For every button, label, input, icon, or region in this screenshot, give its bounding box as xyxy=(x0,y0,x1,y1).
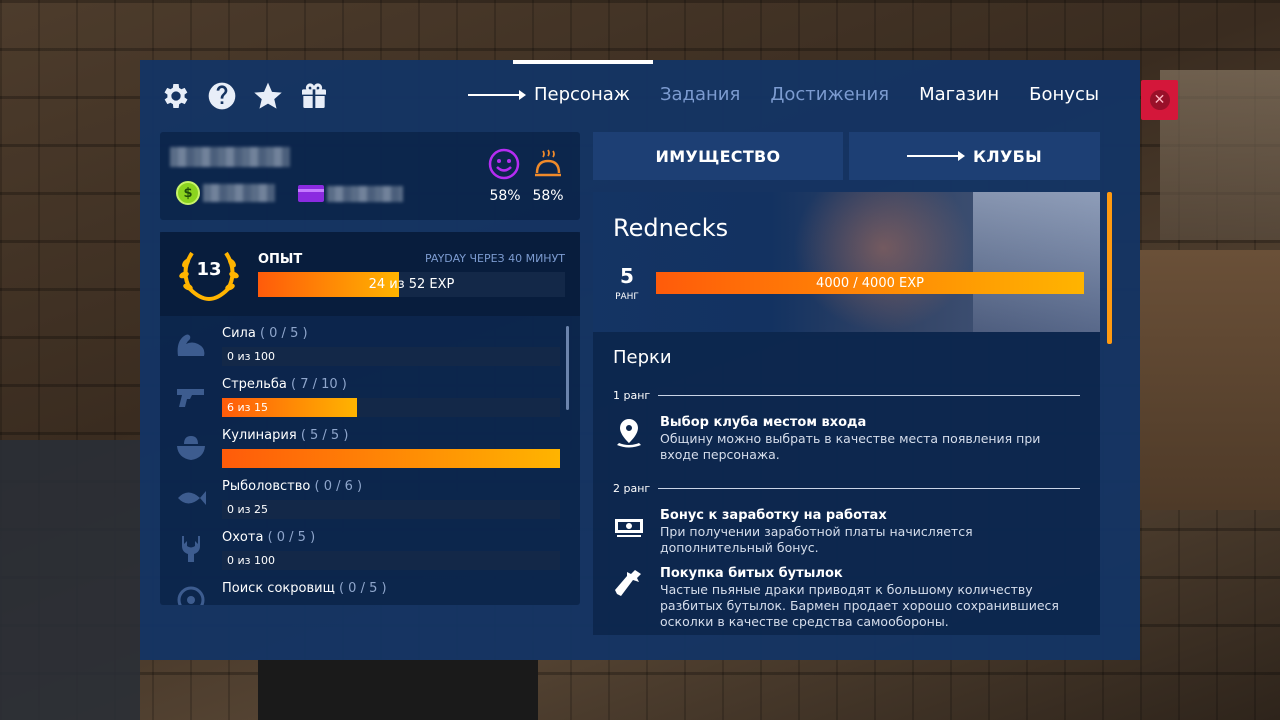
location-pin-icon xyxy=(613,417,645,449)
club-banner-image xyxy=(593,192,1100,332)
cash-amount-redacted xyxy=(203,184,275,202)
rank-label: 1 ранг xyxy=(613,389,651,402)
skill-progress-text: 0 из 100 xyxy=(227,350,275,363)
skill-cooking: Кулинария ( 5 / 5 ) xyxy=(160,420,564,471)
skill-label: Поиск сокровищ ( 0 / 5 ) xyxy=(222,581,387,596)
skill-fishing: Рыболовство ( 0 / 6 ) 0 из 25 xyxy=(160,471,564,522)
perk-item: Выбор клуба местом входа Общину можно вы… xyxy=(613,415,1083,463)
skill-shooting: Стрельба ( 7 / 10 ) 6 из 15 xyxy=(160,369,564,420)
tab-clubs-label: КЛУБЫ xyxy=(973,146,1042,166)
skill-progress-fill xyxy=(222,449,560,468)
cash-icon: $ xyxy=(176,181,200,205)
treasure-icon xyxy=(174,583,208,605)
gear-icon[interactable] xyxy=(160,78,192,114)
antlers-icon xyxy=(174,532,208,566)
skill-progress-text: 0 из 25 xyxy=(227,503,268,516)
skill-progress-bar xyxy=(222,449,560,468)
main-tabs: Персонаж Задания Достижения Магазин Бону… xyxy=(468,84,1129,105)
perks-title: Перки xyxy=(613,347,672,368)
experience-progress-text: 24 из 52 EXP xyxy=(368,277,455,292)
skill-progress-text: 6 из 15 xyxy=(227,401,268,414)
club-rank: 5 xyxy=(620,264,634,288)
skill-label: Охота ( 0 / 5 ) xyxy=(222,530,316,545)
tab-quests[interactable]: Задания xyxy=(660,84,740,105)
club-progress-text: 4000 / 4000 EXP xyxy=(816,275,924,291)
header-icon-bar xyxy=(160,78,330,114)
skill-progress-text: 0 из 100 xyxy=(227,554,275,567)
club-rank-label: РАНГ xyxy=(615,292,639,302)
rank-divider: 2 ранг xyxy=(613,482,1080,495)
close-icon: ✕ xyxy=(1149,90,1170,110)
perk-description: Общину можно выбрать в качестве места по… xyxy=(660,431,1041,462)
skills-scrollbar[interactable] xyxy=(566,326,569,410)
club-progress-bar: 4000 / 4000 EXP xyxy=(656,272,1084,294)
hunger-value: 58% xyxy=(532,188,564,204)
tab-shop[interactable]: Магазин xyxy=(919,84,999,105)
tab-property-label: ИМУЩЕСТВО xyxy=(655,146,781,166)
close-button[interactable]: ✕ xyxy=(1141,80,1178,120)
star-icon[interactable] xyxy=(252,78,284,114)
pistol-icon xyxy=(174,379,208,413)
club-name: Rednecks xyxy=(613,214,729,242)
skill-progress-bar: 6 из 15 xyxy=(222,398,560,417)
perk-title: Бонус к заработку на работах xyxy=(660,508,887,523)
skill-strength: Сила ( 0 / 5 ) 0 из 100 xyxy=(160,318,564,369)
broken-bottle-icon xyxy=(613,568,645,600)
payday-timer: PAYDAY ЧЕРЕЗ 40 МИНУТ xyxy=(424,252,565,265)
background-box xyxy=(1140,250,1280,510)
experience-label: ОПЫТ xyxy=(258,252,303,267)
cash-icon xyxy=(613,510,645,542)
rank-divider: 1 ранг xyxy=(613,389,1080,402)
skill-progress-bar: 0 из 100 xyxy=(222,347,560,366)
experience-progress-bar: 24 из 52 EXP xyxy=(258,272,565,297)
tab-achievements[interactable]: Достижения xyxy=(770,84,889,105)
skill-hunting: Охота ( 0 / 5 ) 0 из 100 xyxy=(160,522,564,573)
player-level: 13 xyxy=(196,259,222,280)
perk-title: Покупка битых бутылок xyxy=(660,566,843,581)
tab-character[interactable]: Персонаж xyxy=(534,84,630,105)
tab-property[interactable]: ИМУЩЕСТВО xyxy=(593,132,843,180)
help-icon[interactable] xyxy=(206,78,238,114)
fish-icon xyxy=(174,481,208,515)
skill-label: Сила ( 0 / 5 ) xyxy=(222,326,308,341)
banner-flag xyxy=(973,192,1100,332)
mood-smiley-icon xyxy=(488,148,520,180)
club-scrollbar[interactable] xyxy=(1107,192,1112,344)
hunger-food-icon xyxy=(535,149,561,177)
skill-treasure-hunting: Поиск сокровищ ( 0 / 5 ) xyxy=(160,573,564,605)
skill-label: Рыболовство ( 0 / 6 ) xyxy=(222,479,363,494)
perk-description: При получении заработной платы начисляет… xyxy=(660,524,973,555)
skill-progress-bar: 0 из 100 xyxy=(222,551,560,570)
skill-progress-bar: 0 из 25 xyxy=(222,500,560,519)
gift-icon[interactable] xyxy=(298,78,330,114)
active-tab-indicator xyxy=(513,60,653,64)
perk-description: Частые пьяные драки приводят к большому … xyxy=(660,582,1059,629)
background-character xyxy=(258,660,538,720)
player-name-redacted xyxy=(170,147,290,167)
skill-label: Кулинария ( 5 / 5 ) xyxy=(222,428,349,443)
perk-title: Выбор клуба местом входа xyxy=(660,415,867,430)
skills-list[interactable]: Сила ( 0 / 5 ) 0 из 100 Стрельба ( 7 / 1… xyxy=(160,318,564,605)
mood-value: 58% xyxy=(489,188,521,204)
muscle-icon xyxy=(174,328,208,362)
perk-item: Бонус к заработку на работах При получен… xyxy=(613,508,1083,556)
background-object xyxy=(0,440,140,720)
skill-label: Стрельба ( 7 / 10 ) xyxy=(222,377,347,392)
rank-label: 2 ранг xyxy=(613,482,651,495)
active-tab-arrow xyxy=(468,89,526,100)
perk-item: Покупка битых бутылок Частые пьяные драк… xyxy=(613,566,1083,630)
active-subtab-arrow xyxy=(907,151,965,161)
bank-amount-redacted xyxy=(327,186,403,202)
tab-clubs[interactable]: КЛУБЫ xyxy=(849,132,1100,180)
banner-figure xyxy=(793,192,973,332)
food-bowl-icon xyxy=(174,430,208,464)
background-door xyxy=(1160,70,1280,240)
tab-bonuses[interactable]: Бонусы xyxy=(1029,84,1099,105)
bank-card-icon xyxy=(298,185,324,202)
